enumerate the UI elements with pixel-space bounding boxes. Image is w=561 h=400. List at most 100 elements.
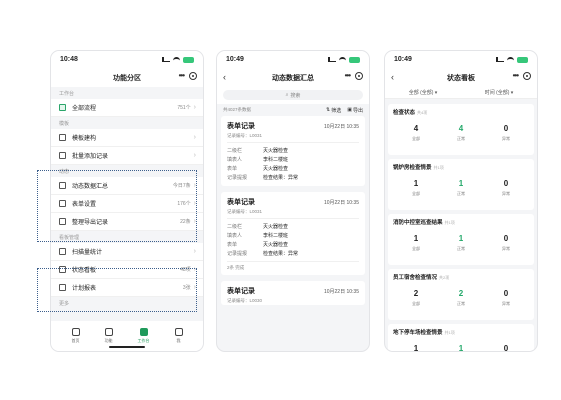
stat-total: 2 全部 (401, 289, 431, 307)
stat-number: 0 (503, 179, 509, 188)
filter-bar: 全部 (全部) ▾ 时间 (全部) ▾ (385, 87, 537, 99)
section-label: 动态 (59, 169, 70, 175)
status-card-title: 地下停车场检查情景 (393, 330, 443, 336)
back-arrow-icon[interactable]: ‹ (391, 72, 394, 82)
status-card[interactable]: 检查状态 共4项 4 全部 4 正常 0 异常 (388, 104, 534, 155)
status-card[interactable]: 员工宿舍检查情况 共2项 2 全部 2 正常 0 异常 (388, 269, 534, 320)
stat-number: 0 (503, 124, 509, 133)
status-bar: 10:49 (217, 51, 369, 68)
record-card[interactable]: 表单记录 10月22日 10:35 记录编号：L0031 二级栏 灭火器检查 填表… (221, 116, 365, 186)
stat-abnormal: 0 异常 (491, 179, 521, 197)
field-key: 填表人 (227, 157, 243, 163)
mini-program-capsule[interactable]: ••• (179, 72, 197, 80)
field-key: 表单 (227, 242, 238, 248)
menu-row-plan-report[interactable]: 计划报表 3张 › (51, 279, 203, 297)
filter-dropdown-time[interactable]: 时间 (全部) ▾ (485, 89, 514, 96)
field-value: 李科二楼班 (263, 233, 289, 239)
phone-status-board: 10:49 ‹ 状态看板 ••• 全部 (全部) ▾ 时间 (全部) ▾ 检查状… (384, 50, 538, 352)
stat-label: 正常 (457, 136, 465, 141)
tab-me[interactable]: 我 (174, 328, 183, 344)
field-value: 检查结果：异常 (263, 251, 299, 257)
tab-label: 工作台 (137, 338, 150, 343)
menu-row-template-build[interactable]: 模板建构 › (51, 129, 203, 147)
field-value: 灭火器检查 (263, 166, 289, 172)
stat-label: 正常 (457, 246, 465, 251)
stat-normal: 2 正常 (446, 289, 476, 307)
menu-row-all-processes[interactable]: 全部流程 751个 › (51, 99, 203, 117)
menu-row-form-settings[interactable]: 表单设置 176个 › (51, 195, 203, 213)
card-title: 表单记录 (227, 199, 255, 206)
stat-label: 全部 (412, 136, 420, 141)
record-card[interactable]: 表单记录 10月22日 10:35 记录编号：L0031 二级栏 灭火器检查 填表… (221, 192, 365, 275)
filter-button[interactable]: ⇅ 筛选 (326, 107, 341, 114)
close-target-icon[interactable] (523, 72, 531, 80)
status-card-title: 消防中控室巡查结果 (393, 220, 443, 226)
close-target-icon[interactable] (355, 72, 363, 80)
stat-number: 0 (503, 344, 509, 352)
card-field: 二级栏 灭火器检查 (227, 146, 359, 155)
row-count: 751个 (177, 105, 191, 111)
battery-icon (183, 56, 194, 63)
chevron-right-icon: › (193, 200, 196, 207)
section-label: 模板 (59, 121, 70, 127)
search-placeholder: 搜索 (290, 92, 301, 99)
menu-row-status-board[interactable]: 状态看板 48项 › (51, 261, 203, 279)
status-card[interactable]: 消防中控室巡查结果 共1项 1 全部 1 正常 0 异常 (388, 214, 534, 265)
card-id: 记录编号：L0031 (227, 133, 359, 143)
tab-workbench[interactable]: 工作台 (138, 328, 150, 344)
menu-row-scan-stats[interactable]: 扫描量统计 › (51, 243, 203, 261)
menu-row-dynamic-summary[interactable]: 动态数据汇总 今日7条 › (51, 177, 203, 195)
stat-abnormal: 0 异常 (491, 234, 521, 252)
wifi-icon (339, 57, 346, 62)
more-icon[interactable]: ••• (345, 72, 351, 80)
menu-row-batch-add[interactable]: 批量添加记录 › (51, 147, 203, 165)
status-time: 10:48 (60, 56, 78, 63)
status-card-title: 员工宿舍检查情况 (393, 275, 438, 281)
status-time: 10:49 (394, 56, 412, 63)
more-icon[interactable]: ••• (179, 72, 185, 80)
row-label: 表单设置 (72, 202, 97, 208)
field-value: 灭火器检查 (263, 224, 289, 230)
user-icon (174, 328, 183, 336)
card-field: 填表人 李科二楼班 (227, 231, 359, 240)
filter-dropdown-all[interactable]: 全部 (全部) ▾ (409, 89, 438, 96)
battery-icon (349, 56, 360, 63)
tab-home[interactable]: 首页 (71, 328, 80, 344)
status-card[interactable]: 锅炉房检查情景 共1项 1 全部 1 正常 0 异常 (388, 159, 534, 210)
chevron-right-icon: › (193, 182, 196, 189)
wifi-icon (507, 57, 514, 62)
field-key: 表单 (227, 166, 238, 172)
record-card[interactable]: 表单记录 10月22日 10:35 记录编号：L0030 (221, 281, 365, 305)
stat-number: 4 (413, 124, 419, 133)
search-input[interactable]: ⌕ 搜索 (223, 90, 363, 100)
phone-dynamic-summary: 10:49 ‹ 动态数据汇总 ••• ⌕ 搜索 共4027条数据 ⇅ 筛选 ▣ 导出… (216, 50, 370, 352)
battery-icon (517, 56, 528, 63)
back-arrow-icon[interactable]: ‹ (223, 72, 226, 82)
stat-number: 1 (458, 234, 464, 243)
cube-icon (139, 328, 148, 336)
more-icon[interactable]: ••• (513, 72, 519, 80)
stat-number: 1 (413, 234, 419, 243)
mini-program-capsule[interactable]: ••• (345, 72, 363, 80)
tab-bar: 首页 功能 工作台 我 (51, 321, 203, 351)
page-title: 功能分区 (113, 74, 141, 82)
mini-program-capsule[interactable]: ••• (513, 72, 531, 80)
row-label: 批量添加记录 (72, 154, 109, 160)
field-key: 二级栏 (227, 224, 243, 230)
stat-number: 0 (503, 289, 509, 298)
stat-normal: 4 正常 (446, 124, 476, 142)
tab-functions[interactable]: 功能 (104, 328, 113, 344)
status-card[interactable]: 地下停车场检查情景共1项 1全部 1正常 0异常 (388, 324, 534, 352)
chevron-right-icon: › (193, 266, 196, 273)
field-value: 灭火器检查 (263, 148, 289, 154)
chevron-right-icon: › (193, 218, 196, 225)
card-footer: 2条 完成 (227, 261, 359, 271)
row-count: 48项 (180, 267, 191, 273)
stat-total: 4 全部 (401, 124, 431, 142)
row-label: 模板建构 (72, 136, 97, 142)
close-target-icon[interactable] (189, 72, 197, 80)
stat-number: 4 (458, 124, 464, 133)
export-button[interactable]: ▣ 导出 (347, 107, 363, 114)
menu-row-export-records[interactable]: 整理导出记录 22条 › (51, 213, 203, 231)
row-label: 动态数据汇总 (72, 184, 109, 190)
